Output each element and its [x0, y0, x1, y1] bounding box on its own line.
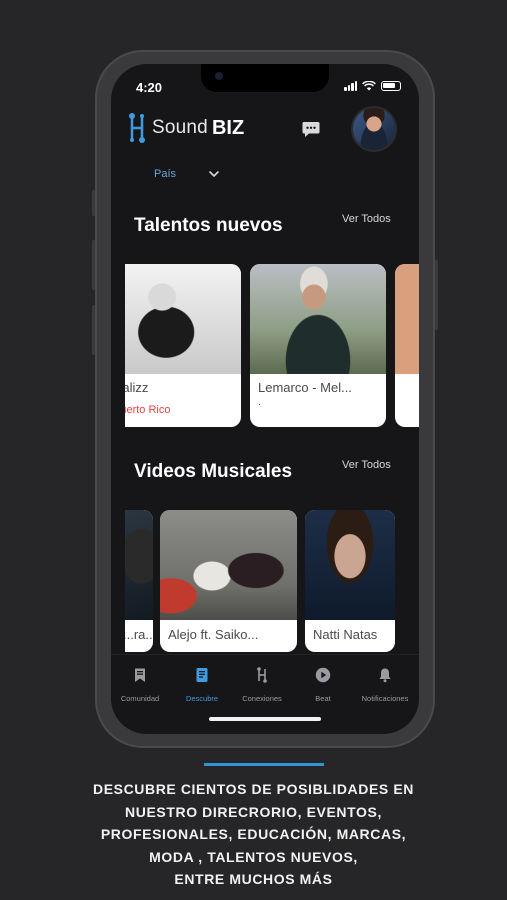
tab-label: Comunidad — [120, 694, 160, 703]
talent-location: Puerto Rico — [125, 404, 171, 416]
video-card[interactable]: Alejo ft. Saiko... — [160, 510, 297, 652]
country-filter[interactable]: País — [154, 168, 176, 180]
talent-photo — [395, 264, 419, 374]
phone-frame: 4:20 Sound BIZ País Talentos nuevos Ver … — [95, 50, 435, 748]
talent-photo — [250, 264, 386, 374]
talent-name: Dalizz — [125, 380, 149, 395]
talent-photo — [125, 264, 241, 374]
accent-divider — [204, 763, 324, 766]
video-thumbnail — [160, 510, 297, 620]
caption-line: MODA , TALENTOS NUEVOS, — [149, 848, 358, 865]
book-icon — [196, 668, 208, 682]
play-circle-icon — [315, 667, 331, 683]
network-icon — [257, 667, 267, 683]
promo-caption: DESCUBRE CIENTOS DE POSIBLIDADES EN NUES… — [0, 778, 507, 891]
status-time: 4:20 — [136, 80, 163, 95]
tab-notificaciones[interactable]: Notificaciones — [350, 667, 419, 703]
logo-text-sound: Sound — [152, 117, 208, 138]
videos-carousel[interactable]: ...ra... Alejo ft. Saiko... Natti Natas — [125, 510, 419, 654]
wifi-icon — [362, 81, 376, 91]
soundbiz-logo: Sound BIZ — [126, 112, 244, 144]
talent-card-partial[interactable] — [395, 264, 419, 427]
tab-label: Beat — [315, 694, 331, 703]
video-title: Alejo ft. Saiko... — [168, 627, 259, 642]
tab-label: Notificaciones — [361, 694, 409, 703]
chevron-down-icon[interactable] — [208, 168, 220, 180]
talent-card[interactable]: Dalizz Puerto Rico — [125, 264, 241, 427]
tab-conexiones[interactable]: Conexiones — [227, 667, 297, 703]
talent-card[interactable]: Lemarco - Mel... . — [250, 264, 386, 427]
tab-comunidad[interactable]: Comunidad — [111, 667, 175, 703]
talent-name: Lemarco - Mel... — [258, 380, 352, 395]
status-icons — [344, 81, 401, 91]
bookmark-icon — [135, 668, 145, 682]
caption-line: ENTRE MUCHOS MÁS — [174, 871, 333, 887]
cellular-signal-icon — [344, 81, 357, 91]
talents-see-all-link[interactable]: Ver Todos — [342, 213, 391, 225]
tab-beat[interactable]: Beat — [288, 667, 358, 703]
video-title: ...ra... — [125, 627, 153, 642]
user-avatar[interactable] — [351, 106, 397, 152]
talents-section-title: Talentos nuevos — [134, 215, 283, 236]
video-thumbnail — [305, 510, 395, 620]
video-thumbnail — [125, 510, 153, 620]
caption-line: PROFESIONALES, EDUCACIÓN, MARCAS, — [100, 826, 407, 842]
home-indicator[interactable] — [209, 717, 321, 721]
logo-text-biz: BIZ — [211, 116, 245, 139]
front-camera — [215, 72, 223, 80]
video-card[interactable]: ...ra... — [125, 510, 153, 652]
videos-section-title: Videos Musicales — [134, 461, 293, 482]
bottom-tab-bar: Comunidad Descubre Conexiones Beat Notif… — [111, 654, 419, 734]
logo-mark-icon — [129, 113, 145, 143]
caption-line: NUESTRO DIRECRORIO, EVENTOS, — [125, 803, 382, 820]
notch — [201, 64, 329, 92]
chat-icon[interactable] — [301, 119, 321, 139]
talents-carousel[interactable]: Dalizz Puerto Rico Lemarco - Mel... . — [125, 264, 419, 429]
app-screen: 4:20 Sound BIZ País Talentos nuevos Ver … — [111, 64, 419, 734]
talent-location: . — [258, 396, 262, 408]
caption-line: DESCUBRE CIENTOS DE POSIBLIDADES EN — [92, 781, 414, 797]
video-card[interactable]: Natti Natas — [305, 510, 395, 652]
tab-label: Conexiones — [242, 694, 282, 703]
battery-icon — [381, 81, 401, 91]
bell-icon — [379, 668, 391, 683]
video-title: Natti Natas — [313, 627, 378, 642]
videos-see-all-link[interactable]: Ver Todos — [342, 459, 391, 471]
